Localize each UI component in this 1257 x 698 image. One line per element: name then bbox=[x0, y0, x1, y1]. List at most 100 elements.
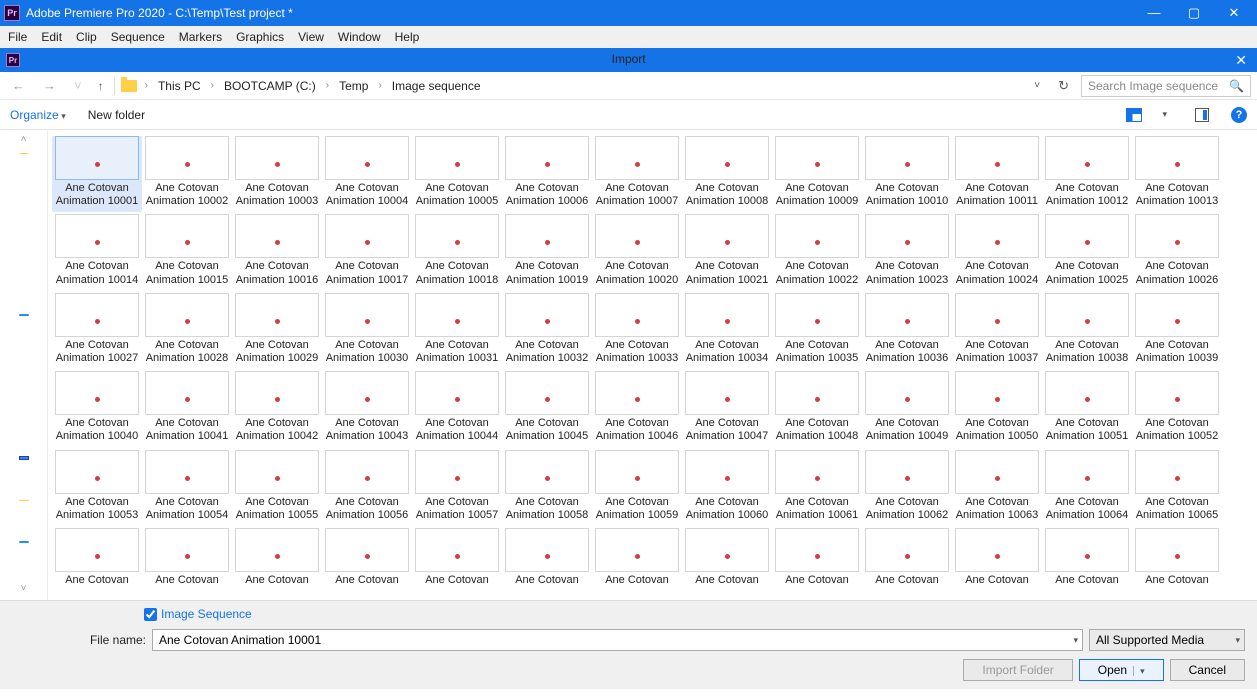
file-item[interactable]: Ane Cotovan Animation 10026 bbox=[1132, 214, 1222, 290]
crumb-sep[interactable]: › bbox=[143, 80, 150, 91]
file-item[interactable]: Ane Cotovan Animation 10056 bbox=[322, 450, 412, 526]
up-button[interactable]: ↑ bbox=[94, 79, 108, 93]
menu-help[interactable]: Help bbox=[389, 28, 426, 46]
file-item[interactable]: Ane Cotovan Animation 10070 bbox=[412, 528, 502, 586]
file-item[interactable]: Ane Cotovan Animation 10002 bbox=[142, 136, 232, 212]
menu-markers[interactable]: Markers bbox=[173, 28, 228, 46]
filename-input[interactable]: Ane Cotovan Animation 10001 ▾ bbox=[152, 629, 1083, 651]
minimize-button[interactable]: — bbox=[1143, 5, 1165, 21]
menu-sequence[interactable]: Sequence bbox=[105, 28, 171, 46]
file-item[interactable]: Ane Cotovan Animation 10040 bbox=[52, 371, 142, 447]
network-icon[interactable] bbox=[19, 541, 29, 543]
back-button[interactable]: ← bbox=[6, 78, 31, 93]
file-item[interactable]: Ane Cotovan Animation 10057 bbox=[412, 450, 502, 526]
file-item[interactable]: Ane Cotovan Animation 10006 bbox=[502, 136, 592, 212]
file-item[interactable]: Ane Cotovan Animation 10038 bbox=[1042, 293, 1132, 369]
organize-button[interactable]: Organize bbox=[10, 108, 66, 122]
open-split-dropdown[interactable]: ▾ bbox=[1133, 666, 1145, 676]
file-item[interactable]: Ane Cotovan Animation 10037 bbox=[952, 293, 1042, 369]
file-item[interactable]: Ane Cotovan Animation 10027 bbox=[52, 293, 142, 369]
open-button[interactable]: Open▾ bbox=[1079, 659, 1164, 681]
search-input[interactable]: Search Image sequence 🔍 bbox=[1081, 75, 1251, 97]
filename-dropdown-icon[interactable]: ▾ bbox=[1073, 635, 1078, 646]
file-item[interactable]: Ane Cotovan Animation 10017 bbox=[322, 214, 412, 290]
file-item[interactable]: Ane Cotovan Animation 10049 bbox=[862, 371, 952, 447]
close-button[interactable]: ✕ bbox=[1223, 5, 1245, 21]
file-item[interactable]: Ane Cotovan Animation 10023 bbox=[862, 214, 952, 290]
file-item[interactable]: Ane Cotovan Animation 10065 bbox=[1132, 450, 1222, 526]
menu-graphics[interactable]: Graphics bbox=[230, 28, 290, 46]
file-item[interactable]: Ane Cotovan Animation 10055 bbox=[232, 450, 322, 526]
file-filter-dropdown[interactable]: All Supported Media ▾ bbox=[1089, 629, 1245, 651]
menu-view[interactable]: View bbox=[292, 28, 330, 46]
file-item[interactable]: Ane Cotovan Animation 10048 bbox=[772, 371, 862, 447]
quickaccess-icon[interactable] bbox=[20, 153, 28, 154]
address-dropdown[interactable]: ˅ bbox=[1028, 80, 1046, 91]
file-item[interactable]: Ane Cotovan Animation 10001 bbox=[52, 136, 142, 212]
import-folder-button[interactable]: Import Folder bbox=[963, 659, 1072, 681]
file-item[interactable]: Ane Cotovan Animation 10045 bbox=[502, 371, 592, 447]
file-item[interactable]: Ane Cotovan Animation 10004 bbox=[322, 136, 412, 212]
file-item[interactable]: Ane Cotovan Animation 10066 bbox=[52, 528, 142, 586]
file-item[interactable]: Ane Cotovan Animation 10044 bbox=[412, 371, 502, 447]
file-item[interactable]: Ane Cotovan Animation 10047 bbox=[682, 371, 772, 447]
file-item[interactable]: Ane Cotovan Animation 10069 bbox=[322, 528, 412, 586]
file-item[interactable]: Ane Cotovan Animation 10046 bbox=[592, 371, 682, 447]
file-item[interactable]: Ane Cotovan Animation 10054 bbox=[142, 450, 232, 526]
file-item[interactable]: Ane Cotovan Animation 10010 bbox=[862, 136, 952, 212]
file-item[interactable]: Ane Cotovan Animation 10043 bbox=[322, 371, 412, 447]
file-item[interactable]: Ane Cotovan Animation 10018 bbox=[412, 214, 502, 290]
file-item[interactable]: Ane Cotovan Animation 10021 bbox=[682, 214, 772, 290]
file-item[interactable]: Ane Cotovan Animation 10008 bbox=[682, 136, 772, 212]
file-list-pane[interactable]: Ane Cotovan Animation 10001Ane Cotovan A… bbox=[48, 130, 1257, 600]
view-mode-icon[interactable] bbox=[1126, 108, 1142, 122]
thispc-icon[interactable] bbox=[19, 456, 29, 459]
onedrive-icon[interactable] bbox=[19, 314, 29, 316]
file-item[interactable]: Ane Cotovan Animation 10015 bbox=[142, 214, 232, 290]
crumb-bootcamp[interactable]: BOOTCAMP (C:) bbox=[222, 79, 318, 93]
navpane-scroll-up[interactable]: ˄ bbox=[21, 134, 27, 145]
crumb-temp[interactable]: Temp bbox=[337, 79, 370, 93]
dialog-close-button[interactable]: ✕ bbox=[1231, 52, 1251, 69]
image-sequence-checkbox[interactable] bbox=[144, 608, 157, 621]
navpane-scroll-down[interactable]: ˅ bbox=[21, 583, 27, 594]
file-item[interactable]: Ane Cotovan Animation 10009 bbox=[772, 136, 862, 212]
file-item[interactable]: Ane Cotovan Animation 10016 bbox=[232, 214, 322, 290]
file-item[interactable]: Ane Cotovan Animation 10025 bbox=[1042, 214, 1132, 290]
file-item[interactable]: Ane Cotovan Animation 10022 bbox=[772, 214, 862, 290]
cancel-button[interactable]: Cancel bbox=[1170, 659, 1245, 681]
file-item[interactable]: Ane Cotovan Animation 10019 bbox=[502, 214, 592, 290]
file-item[interactable]: Ane Cotovan Animation 10058 bbox=[502, 450, 592, 526]
file-item[interactable]: Ane Cotovan Animation 10014 bbox=[52, 214, 142, 290]
file-item[interactable]: Ane Cotovan Animation 10050 bbox=[952, 371, 1042, 447]
file-item[interactable]: Ane Cotovan Animation 10059 bbox=[592, 450, 682, 526]
help-icon[interactable]: ? bbox=[1231, 107, 1247, 123]
view-mode-dropdown[interactable]: ▾ bbox=[1162, 109, 1167, 120]
crumb-imagesequence[interactable]: Image sequence bbox=[390, 79, 483, 93]
crumb-thispc[interactable]: This PC bbox=[156, 79, 203, 93]
file-item[interactable]: Ane Cotovan Animation 10028 bbox=[142, 293, 232, 369]
file-item[interactable]: Ane Cotovan Animation 10034 bbox=[682, 293, 772, 369]
file-item[interactable]: Ane Cotovan Animation 10076 bbox=[952, 528, 1042, 586]
file-item[interactable]: Ane Cotovan Animation 10068 bbox=[232, 528, 322, 586]
crumb-sep[interactable]: › bbox=[376, 80, 383, 91]
file-item[interactable]: Ane Cotovan Animation 10074 bbox=[772, 528, 862, 586]
file-item[interactable]: Ane Cotovan Animation 10007 bbox=[592, 136, 682, 212]
file-item[interactable]: Ane Cotovan Animation 10063 bbox=[952, 450, 1042, 526]
file-item[interactable]: Ane Cotovan Animation 10003 bbox=[232, 136, 322, 212]
file-item[interactable]: Ane Cotovan Animation 10053 bbox=[52, 450, 142, 526]
file-item[interactable]: Ane Cotovan Animation 10020 bbox=[592, 214, 682, 290]
preview-pane-toggle[interactable] bbox=[1195, 108, 1209, 122]
file-item[interactable]: Ane Cotovan Animation 10071 bbox=[502, 528, 592, 586]
file-item[interactable]: Ane Cotovan Animation 10052 bbox=[1132, 371, 1222, 447]
folder-nav-icon[interactable] bbox=[19, 500, 29, 502]
file-item[interactable]: Ane Cotovan Animation 10011 bbox=[952, 136, 1042, 212]
maximize-button[interactable]: ▢ bbox=[1183, 5, 1205, 21]
file-item[interactable]: Ane Cotovan Animation 10013 bbox=[1132, 136, 1222, 212]
file-item[interactable]: Ane Cotovan Animation 10012 bbox=[1042, 136, 1132, 212]
menu-window[interactable]: Window bbox=[332, 28, 387, 46]
file-item[interactable]: Ane Cotovan Animation 10005 bbox=[412, 136, 502, 212]
file-item[interactable]: Ane Cotovan Animation 10033 bbox=[592, 293, 682, 369]
file-item[interactable]: Ane Cotovan Animation 10061 bbox=[772, 450, 862, 526]
file-item[interactable]: Ane Cotovan Animation 10075 bbox=[862, 528, 952, 586]
